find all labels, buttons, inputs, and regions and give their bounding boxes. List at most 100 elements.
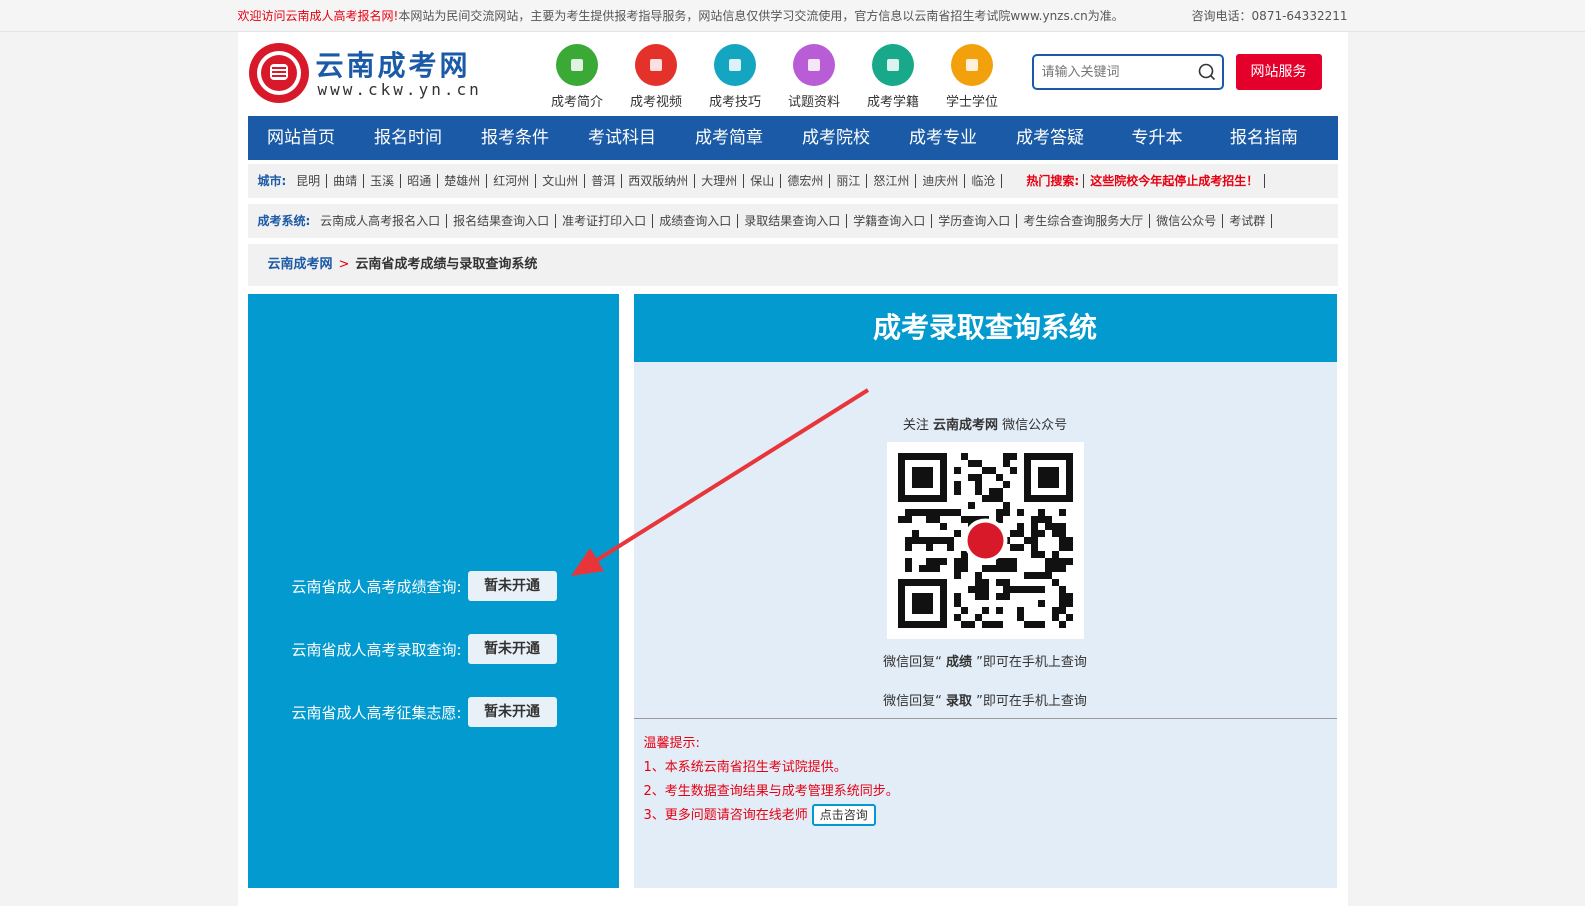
nav-item-5[interactable]: 成考简章	[676, 116, 783, 160]
score-query-label: 云南省成人高考成绩查询:	[291, 577, 462, 596]
logo-name[interactable]: 云南成考网	[316, 44, 471, 84]
city-link[interactable]: 德宏州	[781, 174, 831, 188]
consult-button[interactable]: 点击咨询	[811, 804, 876, 826]
tips: 温馨提示: 1、本系统云南省招生考试院提供。 2、考生数据查询结果与成考管理系统…	[644, 732, 899, 828]
quick-link-label: 成考技巧	[708, 95, 761, 110]
system-link[interactable]: 考生综合查询服务大厅	[1017, 214, 1151, 228]
site-notice: 本网站为民间交流网站，主要为考生提供报考指导服务，网站信息仅供学习交流使用，官方…	[398, 9, 1124, 23]
wechat-qr-code	[886, 442, 1084, 639]
hot-search-label: 热门搜索:	[1026, 174, 1085, 188]
reply-admission-prefix: 微信回复“	[883, 694, 946, 709]
reply-score-keyword: 成绩	[945, 655, 972, 670]
quick-link-label: 成考简介	[550, 95, 603, 110]
breadcrumb: 云南成考网 > 云南省成考成绩与录取查询系统	[247, 244, 1338, 286]
quick-link-6[interactable]: 学士学位	[933, 44, 1012, 110]
city-link[interactable]: 文山州	[536, 174, 586, 188]
city-link[interactable]: 怒江州	[867, 174, 917, 188]
admission-query-label: 云南省成人高考录取查询:	[291, 640, 462, 659]
panel-title: 成考录取查询系统	[633, 294, 1337, 362]
city-link[interactable]: 保山	[744, 174, 782, 188]
quick-link-label: 学士学位	[945, 95, 998, 110]
reply-score-prefix: 微信回复“	[883, 655, 946, 670]
reply-admission-text: 微信回复“ 录取 ”即可在手机上查询	[634, 690, 1337, 709]
divider	[633, 718, 1337, 719]
quick-link-5[interactable]: 成考学籍	[854, 44, 933, 110]
clipboard-icon[interactable]	[872, 44, 914, 86]
city-link[interactable]: 临沧	[965, 174, 1003, 188]
nav-item-1[interactable]: 网站首页	[248, 116, 355, 160]
score-query-button[interactable]: 暂未开通	[467, 571, 557, 601]
certificate-icon[interactable]	[951, 44, 993, 86]
monitor-icon[interactable]	[635, 44, 677, 86]
nav-item-8[interactable]: 成考答疑	[997, 116, 1104, 160]
binoculars-icon[interactable]	[793, 44, 835, 86]
quick-link-label: 成考学籍	[866, 95, 919, 110]
city-link[interactable]: 普洱	[585, 174, 623, 188]
quick-link-3[interactable]: 成考技巧	[696, 44, 775, 110]
wechat-panel: 成考录取查询系统 关注 云南成考网 微信公众号 微信回复“ 成绩 ”即可在手机上…	[633, 294, 1337, 888]
hot-search-link[interactable]: 这些院校今年起停止成考招生！	[1084, 174, 1266, 188]
tip-3: 3、更多问题请咨询在线老师 点击咨询	[644, 804, 899, 828]
header: 云南成考网 www.ckw.yn.cn 成考简介 成考视频 成考技巧 试题资料 成考学籍…	[238, 32, 1348, 116]
system-link[interactable]: 成绩查询入口	[653, 214, 739, 228]
system-row: 成考系统: 云南成人高考报名入口 报名结果查询入口 准考证打印入口 成绩查询入口 录取结…	[247, 204, 1338, 238]
system-link[interactable]: 录取结果查询入口	[738, 214, 848, 228]
follow-suffix: 微信公众号	[998, 418, 1068, 433]
breadcrumb-current: 云南省成考成绩与录取查询系统	[355, 257, 538, 272]
quick-link-2[interactable]: 成考视频	[617, 44, 696, 110]
follow-text: 关注 云南成考网 微信公众号	[634, 414, 1337, 433]
quick-link-1[interactable]: 成考简介	[538, 44, 617, 110]
city-link[interactable]: 楚雄州	[438, 174, 488, 188]
page-container: 云南成考网 www.ckw.yn.cn 成考简介 成考视频 成考技巧 试题资料 成考学籍…	[237, 32, 1348, 906]
system-link[interactable]: 学籍查询入口	[847, 214, 933, 228]
city-link[interactable]: 西双版纳州	[622, 174, 696, 188]
top-bar: 欢迎访问云南成人高考报名网!本网站为民间交流网站，主要为考生提供报考指导服务，网…	[0, 0, 1585, 32]
logo-emblem-icon[interactable]	[248, 42, 310, 104]
nav-item-7[interactable]: 成考专业	[890, 116, 997, 160]
city-row: 城市: 昆明 曲靖 玉溪 昭通 楚雄州 红河州 文山州 普洱 西双版纳州 大理州 保山 德宏州 丽江 怒江…	[247, 164, 1338, 198]
city-link[interactable]: 大理州	[695, 174, 745, 188]
nav-item-2[interactable]: 报名时间	[355, 116, 462, 160]
search-input[interactable]	[1033, 56, 1184, 88]
city-link[interactable]: 红河州	[487, 174, 537, 188]
city-link[interactable]: 昆明	[290, 174, 328, 188]
nav-item-9[interactable]: 专升本	[1104, 116, 1211, 160]
score-query-row: 云南省成人高考成绩查询: 暂未开通	[292, 571, 557, 601]
quick-link-4[interactable]: 试题资料	[775, 44, 854, 110]
system-link[interactable]: 准考证打印入口	[556, 214, 654, 228]
reply-admission-suffix: ”即可在手机上查询	[972, 694, 1087, 709]
logo-url: www.ckw.yn.cn	[317, 80, 482, 99]
nav-item-4[interactable]: 考试科目	[569, 116, 676, 160]
nav-item-10[interactable]: 报名指南	[1211, 116, 1318, 160]
system-link[interactable]: 学历查询入口	[932, 214, 1018, 228]
flask-icon[interactable]	[714, 44, 756, 86]
system-link[interactable]: 微信公众号	[1150, 214, 1224, 228]
system-link[interactable]: 报名结果查询入口	[447, 214, 557, 228]
nav-item-6[interactable]: 成考院校	[783, 116, 890, 160]
admission-query-button[interactable]: 暂未开通	[467, 634, 557, 664]
supplementary-query-button[interactable]: 暂未开通	[467, 697, 557, 727]
quick-link-label: 试题资料	[787, 95, 840, 110]
site-service-button[interactable]: 网站服务	[1235, 54, 1322, 90]
city-link[interactable]: 丽江	[830, 174, 868, 188]
breadcrumb-separator: >	[338, 257, 350, 272]
qr-code-icon	[897, 453, 1073, 628]
breadcrumb-home[interactable]: 云南成考网	[268, 257, 333, 272]
quick-links: 成考简介 成考视频 成考技巧 试题资料 成考学籍 学士学位	[538, 44, 1012, 110]
city-link[interactable]: 玉溪	[364, 174, 402, 188]
reply-score-text: 微信回复“ 成绩 ”即可在手机上查询	[634, 651, 1337, 670]
nav-item-3[interactable]: 报考条件	[462, 116, 569, 160]
city-label: 城市:	[257, 174, 287, 188]
city-link[interactable]: 昭通	[401, 174, 439, 188]
system-link[interactable]: 考试群	[1223, 214, 1273, 228]
tip-3-text: 3、更多问题请咨询在线老师	[643, 808, 808, 823]
search-icon[interactable]	[1198, 63, 1216, 81]
search-box	[1031, 54, 1224, 90]
tip-1: 1、本系统云南省招生考试院提供。	[643, 760, 847, 775]
building-icon[interactable]	[556, 44, 598, 86]
city-link[interactable]: 曲靖	[327, 174, 365, 188]
city-link[interactable]: 迪庆州	[916, 174, 966, 188]
supplementary-query-row: 云南省成人高考征集志愿: 暂未开通	[292, 697, 557, 727]
system-link[interactable]: 云南成人高考报名入口	[314, 214, 448, 228]
follow-account-name: 云南成考网	[932, 418, 998, 433]
